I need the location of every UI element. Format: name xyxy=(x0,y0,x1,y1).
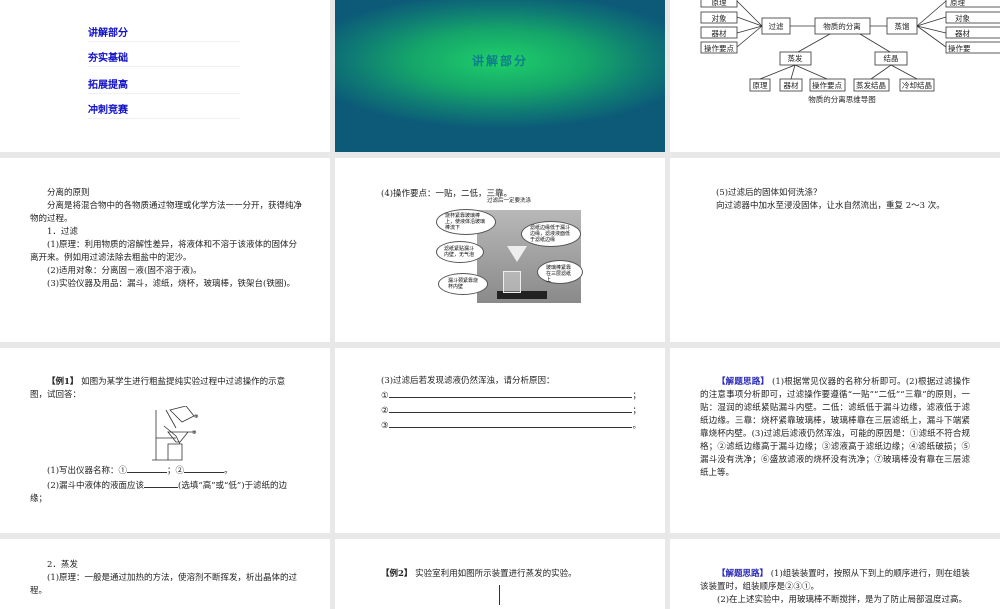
blank-end: ； xyxy=(632,391,641,401)
solution-text: (1)根据常见仪器的名称分析即可。(2)根据过滤操作的注意事项分析即可，过滤操作… xyxy=(700,377,970,478)
answer: 向过滤器中加水至浸没固体，让水自然流出，重复 2～3 次。 xyxy=(716,201,945,211)
slide-thumbnail-11[interactable]: 【例2】 实验室利用如图所示装置进行蒸发的实验。 xyxy=(335,539,665,609)
menu-item-explain[interactable]: 讲解部分 xyxy=(88,24,240,42)
question-1-end: 。 xyxy=(224,466,233,476)
answer-blank[interactable] xyxy=(388,418,633,428)
menu-item-compete[interactable]: 冲刺竞赛 xyxy=(88,101,240,119)
example-text: 实验室利用如图所示装置进行蒸发的实验。 xyxy=(415,569,577,579)
blank-number: ③ xyxy=(381,421,389,431)
section-heading: 1．过滤 xyxy=(47,227,78,237)
section-title: 讲解部分 xyxy=(471,54,528,68)
question-1: (1)写出仪器名称：① xyxy=(47,466,128,476)
map-right-item: 对象 xyxy=(955,13,970,23)
question-2: (2)漏斗中液体的液面应该 xyxy=(47,481,145,491)
slide-thumbnail-5[interactable]: (4)操作要点：一贴，二低，三靠。 过滤后一定要洗涤 烧杯紧靠玻璃棒上，使液体沿… xyxy=(335,158,665,342)
answer-blank[interactable] xyxy=(184,463,225,473)
slide-thumbnail-12[interactable]: 【解题思路】 (1)组装装置时，按照从下到上的顺序进行，则在组装该装置时，组装顺… xyxy=(670,539,1000,609)
blank-end: ； xyxy=(632,406,641,416)
solution-text-next: (2)在上述实验中，用玻璃棒不断搅拌，是为了防止局部温度过高。 xyxy=(717,595,968,605)
example-tag: 【例1】 xyxy=(47,377,79,387)
question-3: (3)过滤后若发现滤液仍然浑浊，请分析原因： xyxy=(381,376,555,386)
slide-thumbnail-10[interactable]: 2．蒸发 (1)原理：一般是通过加热的方法，使溶剂不断挥发，析出晶体的过程。 xyxy=(0,539,330,609)
paragraph: 分离是将混合物中的各物质通过物理或化学方法一一分开，获得纯净物的过程。 xyxy=(30,201,303,224)
answer-blank[interactable] xyxy=(144,478,179,488)
callout-bubble: 滤纸紧贴漏斗内壁，无气泡 xyxy=(436,241,484,263)
answer-blank[interactable] xyxy=(127,463,168,473)
answer-blank[interactable] xyxy=(388,388,633,398)
map-left-item: 对象 xyxy=(712,13,727,23)
map-node-distill: 蒸馏 xyxy=(895,21,910,31)
mind-map-diagram: 原理 对象 器材 操作要点 过滤 物质的分离 蒸馏 原理 对象 器材 操作要 蒸… xyxy=(700,0,1000,104)
menu-item-improve[interactable]: 拓展提高 xyxy=(88,76,240,94)
callout-bubble: 滤纸边缘低于漏斗边缘，滤液液面低于滤纸边缘 xyxy=(521,221,581,247)
map-caption: 物质的分离思维导图 xyxy=(808,94,876,104)
slide-thumbnail-6[interactable]: (5)过滤后的固体如何洗涤？ 向过滤器中加水至浸没固体，让水自然流出，重复 2～… xyxy=(670,158,1000,342)
blank-end: 。 xyxy=(632,421,641,431)
slide-thumbnail-9[interactable]: 【解题思路】 (1)根据常见仪器的名称分析即可。(2)根据过滤操作的注意事项分析… xyxy=(670,348,1000,533)
answer-blank[interactable] xyxy=(388,403,633,413)
menu-item-foundation[interactable]: 夯实基础 xyxy=(88,49,240,67)
section-heading: 2．蒸发 xyxy=(47,560,78,570)
photo-caption: 过滤后一定要洗涤 xyxy=(487,198,532,204)
question: (5)过滤后的固体如何洗涤？ xyxy=(716,188,822,198)
paragraph: (1)原理：利用物质的溶解性差异，将液体和不溶于该液体的固体分离开来。例如用过滤… xyxy=(30,240,298,263)
slide-thumbnail-3[interactable]: 原理 对象 器材 操作要点 过滤 物质的分离 蒸馏 原理 对象 器材 操作要 蒸… xyxy=(670,0,1000,152)
callout-bubble: 烧杯紧靠玻璃棒上，使液体沿玻璃棒流下 xyxy=(436,209,496,235)
slide-thumbnail-7[interactable]: 【例1】 如图为某学生进行粗盐提纯实验过程中过滤操作的示意图，试回答： ① ② … xyxy=(0,348,330,533)
slide-heading: 分离的原则 xyxy=(47,188,90,198)
slide-thumbnail-4[interactable]: 分离的原则 分离是将混合物中的各物质通过物理或化学方法一一分开，获得纯净物的过程… xyxy=(0,158,330,342)
solution-tag: 【解题思路】 xyxy=(717,377,770,387)
map-right-item: 原理 xyxy=(950,0,965,7)
blank-number: ② xyxy=(381,406,389,416)
map-node-filter: 过滤 xyxy=(769,21,784,31)
blank-number: ① xyxy=(381,391,389,401)
question-1-sep: ；② xyxy=(167,466,185,476)
map-bottom-item: 原理 xyxy=(753,81,768,90)
map-bottom-item: 器材 xyxy=(784,80,799,90)
map-bottom-item: 冷却结晶 xyxy=(902,80,932,90)
map-bottom-item: 蒸发结晶 xyxy=(856,80,886,90)
evaporation-figure xyxy=(499,585,500,605)
solution-tag: 【解题思路】 xyxy=(717,569,769,579)
paragraph: (2)适用对象：分离固－液(固不溶于液)。 xyxy=(47,266,202,276)
map-left-item: 器材 xyxy=(712,28,727,38)
map-node-evaporate: 蒸发 xyxy=(788,53,803,63)
map-node-crystal: 结晶 xyxy=(884,53,899,63)
slide-thumbnail-8[interactable]: (3)过滤后若发现滤液仍然浑浊，请分析原因： ① ； ② ； ③ 。 xyxy=(335,348,665,533)
paragraph: (1)原理：一般是通过加热的方法，使溶剂不断挥发，析出晶体的过程。 xyxy=(30,573,298,596)
map-left-item: 原理 xyxy=(712,0,727,7)
label-1: ① xyxy=(194,414,199,420)
callout-bubble: 玻璃棒紧靠在三层滤纸上 xyxy=(537,260,583,284)
map-node-center: 物质的分离 xyxy=(823,21,861,31)
slide-thumbnail-2[interactable]: 讲解部分 xyxy=(335,0,665,152)
slide-thumbnail-1[interactable]: 讲解部分 夯实基础 拓展提高 冲刺竞赛 xyxy=(0,0,330,152)
map-bottom-item: 操作要点 xyxy=(812,80,842,90)
filter-apparatus-figure: ① ② xyxy=(152,406,199,461)
map-right-item: 操作要 xyxy=(948,43,971,53)
callout-bubble: 漏斗颈紧靠烧杯内壁 xyxy=(438,273,488,295)
label-2: ② xyxy=(192,430,197,436)
map-right-item: 器材 xyxy=(955,28,970,38)
paragraph: (3)实验仪器及用品：漏斗，滤纸，烧杯，玻璃棒，铁架台(铁圈)。 xyxy=(47,279,296,289)
map-left-item: 操作要点 xyxy=(704,43,734,53)
example-tag: 【例2】 xyxy=(381,569,413,579)
